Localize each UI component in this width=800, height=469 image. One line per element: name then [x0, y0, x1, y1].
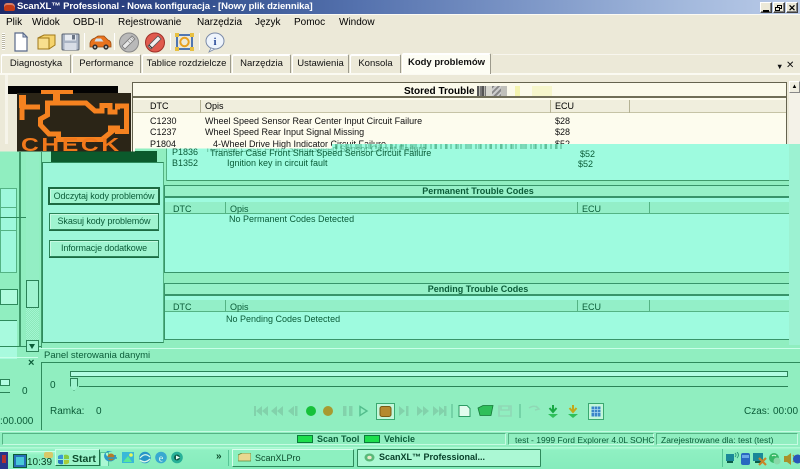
svg-text:e: e: [159, 454, 164, 465]
svg-text:i: i: [213, 36, 216, 48]
